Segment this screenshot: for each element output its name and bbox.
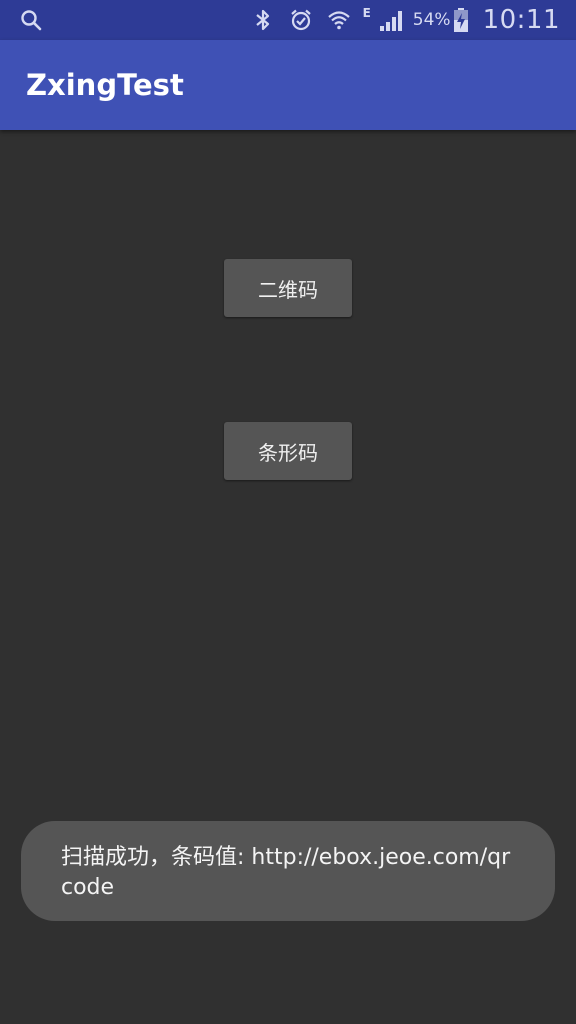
search-icon (21, 10, 42, 31)
screen: E 54% 10:11 ZxingTest 二维码 条形码 扫描成功，条码值: … (0, 0, 576, 1024)
toast-message: 扫描成功，条码值: http://ebox.jeoe.com/qrcode (21, 821, 555, 921)
battery-percent: 54% (412, 10, 451, 30)
battery-icon (453, 8, 468, 32)
qr-code-button[interactable]: 二维码 (224, 259, 352, 317)
app-bar: ZxingTest (0, 40, 576, 130)
bluetooth-icon (255, 9, 269, 31)
status-icons: E 54% 10:11 (237, 0, 576, 40)
app-title: ZxingTest (26, 68, 184, 102)
signal-icon (379, 11, 402, 31)
wifi-icon (327, 11, 350, 30)
clock: 10:11 (482, 5, 560, 35)
status-bar: E 54% 10:11 (0, 0, 576, 40)
network-type: E (362, 6, 371, 20)
alarm-icon (290, 9, 311, 31)
barcode-button[interactable]: 条形码 (224, 422, 352, 480)
